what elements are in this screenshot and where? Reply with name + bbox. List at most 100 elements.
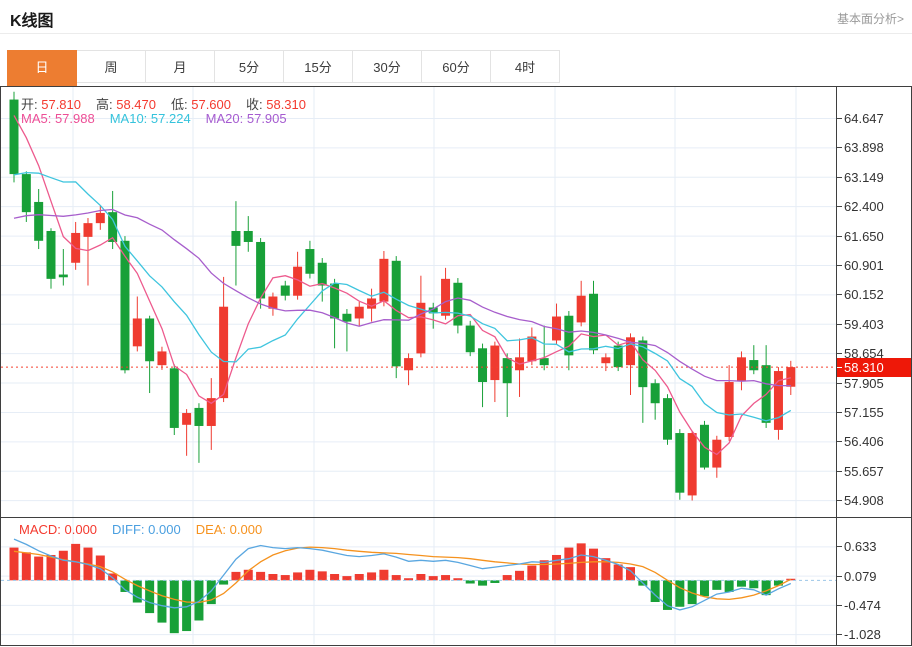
macd-bar (749, 580, 759, 589)
candle-body (132, 318, 142, 347)
tab-15分[interactable]: 15分 (283, 50, 353, 83)
macd-tick-label: -1.028 (837, 627, 881, 643)
page-title: K线图 (10, 13, 54, 30)
macd-bar (724, 580, 734, 592)
macd-bar (416, 574, 426, 581)
candle-body (317, 262, 327, 286)
candle-body (280, 285, 290, 296)
dea-line (13, 546, 792, 604)
candle-body (527, 336, 537, 362)
macd-bar (478, 580, 488, 586)
candle-body (687, 433, 697, 496)
candle-body (305, 249, 315, 274)
candle-body (749, 360, 759, 371)
diff-line (13, 538, 792, 611)
tab-bar: 日周月 5分 15分 30分 60分 4时 (7, 50, 560, 86)
candle-body (367, 298, 377, 309)
macd-bar (342, 576, 352, 581)
macd-bar (773, 580, 783, 586)
candle-body (601, 357, 611, 364)
main-tick-label: 59.403 (837, 316, 884, 332)
macd-bar (589, 548, 599, 581)
macd-bar (712, 580, 722, 590)
candlestick-layer (9, 91, 796, 501)
ohlc-item: 收: 58.310 (246, 97, 306, 112)
macd-bar (675, 580, 685, 607)
ma10-line (13, 171, 792, 422)
main-tick-label: 61.650 (837, 228, 884, 244)
candle-body (83, 223, 93, 237)
macd-bar (145, 580, 155, 614)
macd-bar (502, 575, 512, 581)
tab-5分[interactable]: 5分 (214, 50, 284, 83)
main-tick-label: 63.898 (837, 140, 884, 156)
candle-body (502, 358, 512, 384)
candle-body (662, 398, 672, 440)
candle-body (404, 358, 414, 371)
macd-item: DEA: 0.000 (195, 522, 263, 537)
tab-月[interactable]: 月 (145, 50, 215, 83)
macd-bar (552, 554, 562, 581)
ma-item: MA20: 57.905 (205, 111, 287, 126)
macd-bar (441, 575, 451, 581)
main-candlestick-chart[interactable] (1, 87, 836, 517)
macd-bar (194, 580, 204, 621)
ohlc-item: 低: 57.600 (171, 97, 231, 112)
panel-divider (0, 517, 912, 518)
macd-bar (428, 576, 438, 581)
macd-bar (268, 574, 278, 581)
candle-body (9, 99, 19, 175)
tab-日[interactable]: 日 (7, 50, 77, 86)
candle-body (786, 367, 796, 387)
ma-overlay: MA5: 57.988 MA10: 57.224 MA20: 57.905 (21, 111, 302, 126)
macd-bar (305, 569, 315, 581)
candle-body (243, 230, 253, 242)
main-tick-label: 57.155 (837, 404, 884, 420)
candle-body (650, 383, 660, 404)
macd-bar (379, 569, 389, 581)
candle-body (34, 201, 44, 241)
macd-overlay: MACD: 0.000 DIFF: 0.000 DEA: 0.000 (19, 522, 277, 537)
fundamental-analysis-link[interactable]: 基本面分析> (837, 10, 904, 27)
candle-body (256, 241, 266, 299)
ma5-line (13, 115, 791, 456)
candle-body (182, 413, 192, 425)
candle-body (441, 278, 451, 316)
candle-body (465, 325, 475, 353)
macd-bar (219, 580, 229, 585)
ohlc-item: 开: 57.810 (21, 97, 81, 112)
main-tick-label: 62.400 (837, 199, 884, 215)
main-tick-label: 60.152 (837, 287, 884, 303)
main-tick-label: 63.149 (837, 169, 884, 185)
candle-body (342, 313, 352, 322)
macd-bar (280, 575, 290, 581)
macd-bar (293, 572, 303, 581)
main-tick-label: 55.657 (837, 463, 884, 479)
main-tick-label: 56.406 (837, 434, 884, 450)
main-tick-label: 57.905 (837, 375, 884, 391)
macd-tick-label: 0.633 (837, 539, 877, 555)
title-divider (0, 33, 912, 34)
candle-body (46, 230, 56, 279)
main-tick-label: 64.647 (837, 111, 884, 127)
macd-bar (34, 556, 44, 581)
candle-body (478, 348, 488, 383)
macd-bar (613, 564, 623, 581)
main-tick-label: 54.908 (837, 493, 884, 509)
tab-60分[interactable]: 60分 (421, 50, 491, 83)
candle-body (354, 306, 364, 319)
tab-30分[interactable]: 30分 (352, 50, 422, 83)
macd-bar (330, 574, 340, 581)
ma-item: MA10: 57.224 (109, 111, 191, 126)
tab-4时[interactable]: 4时 (490, 50, 560, 83)
macd-bar (736, 580, 746, 587)
candle-body (724, 382, 734, 437)
candle-body (231, 230, 241, 246)
candle-body (95, 212, 105, 224)
macd-item: MACD: 0.000 (19, 522, 98, 537)
macd-item: DIFF: 0.000 (112, 522, 181, 537)
tab-周[interactable]: 周 (76, 50, 146, 83)
macd-bar (367, 572, 377, 581)
macd-bar (527, 565, 537, 581)
candle-body (490, 345, 500, 381)
